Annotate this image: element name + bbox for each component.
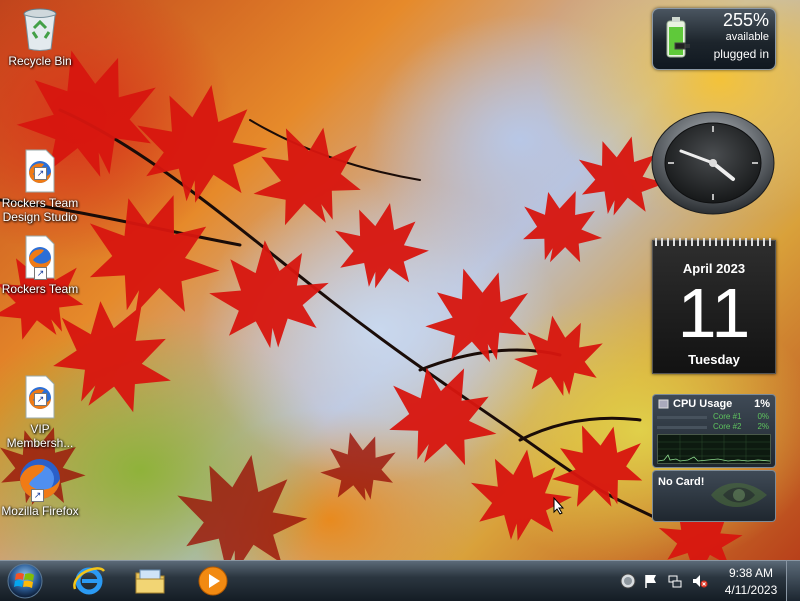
- desktop-icon-label: Recycle Bin: [8, 54, 72, 68]
- battery-percent: 255%: [722, 10, 769, 30]
- show-desktop-button[interactable]: [786, 561, 800, 601]
- firefox-icon: ↗: [17, 456, 63, 502]
- desktop-icon-label: Rockers Team Design Studio: [1, 196, 79, 224]
- start-button[interactable]: [5, 562, 45, 600]
- analog-clock-face: [651, 111, 775, 215]
- firefox-html-file-icon: ↗: [20, 134, 60, 193]
- cpu-usage-gadget[interactable]: CPU Usage 1% Core #1 0% Core #2 2%: [652, 394, 776, 468]
- calendar-rings: [655, 238, 773, 246]
- volume-muted-icon[interactable]: [692, 573, 708, 589]
- cpu-usage-title: CPU Usage: [673, 398, 733, 410]
- cpu-core-row: Core #2 2%: [657, 422, 771, 432]
- cpu-chip-icon: [658, 399, 669, 409]
- desktop-icon-rockers-team-design-studio[interactable]: ↗ Rockers Team Design Studio: [0, 120, 80, 224]
- desktop-icon-rockers-team[interactable]: ↗ Rockers Team: [0, 234, 80, 296]
- battery-plug-icon: [666, 17, 690, 58]
- cpu-core-bar: [657, 416, 707, 419]
- windows-explorer-icon[interactable]: [133, 565, 167, 597]
- taskbar-clock-time[interactable]: 9:38 AM: [722, 566, 780, 580]
- internet-explorer-icon[interactable]: [72, 565, 106, 597]
- firefox-html-file-icon: ↗: [20, 360, 60, 419]
- network-icon[interactable]: [667, 573, 683, 589]
- gpu-status-message: No Card!: [658, 476, 705, 488]
- battery-power-source: plugged in: [713, 47, 769, 61]
- clock-gadget[interactable]: [651, 111, 775, 215]
- desktop-icon-label: Mozilla Firefox: [1, 504, 79, 518]
- cpu-core-bar: [657, 426, 707, 429]
- desktop-icon-recycle-bin[interactable]: Recycle Bin: [0, 6, 80, 68]
- cpu-core-label: Core #1: [713, 412, 742, 421]
- desktop-icon-mozilla-firefox[interactable]: ↗ Mozilla Firefox: [0, 456, 80, 518]
- taskbar-clock-date[interactable]: 4/11/2023: [718, 583, 784, 597]
- cpu-core-label: Core #2: [713, 422, 742, 431]
- calendar-weekday: Tuesday: [688, 352, 740, 367]
- shortcut-arrow-icon: ↗: [34, 393, 47, 406]
- calendar-gadget[interactable]: April 2023 11 Tuesday: [652, 238, 776, 374]
- cpu-core-value: 2%: [757, 422, 769, 431]
- nvidia-eye-logo-icon: [711, 483, 767, 507]
- power-icon[interactable]: [620, 573, 636, 589]
- calendar-day: 11: [677, 274, 751, 352]
- desktop-icon-label: VIP Membersh...: [6, 422, 74, 450]
- action-center-flag-icon[interactable]: [643, 573, 659, 589]
- gpu-monitor-gadget[interactable]: No Card!: [652, 470, 776, 522]
- cpu-usage-total: 1%: [754, 398, 770, 410]
- desktop-icon-label: Rockers Team: [1, 282, 79, 296]
- cpu-core-value: 0%: [757, 412, 769, 421]
- battery-status: available: [725, 31, 769, 43]
- battery-meter-gadget[interactable]: 255% available plugged in: [652, 8, 776, 70]
- cpu-history-graph: [657, 434, 771, 464]
- taskbar[interactable]: 9:38 AM 4/11/2023: [0, 560, 800, 601]
- cpu-core-row: Core #1 0%: [657, 412, 771, 422]
- media-player-icon[interactable]: [196, 565, 230, 597]
- desktop-wallpaper[interactable]: Recycle Bin ↗ Rockers Team Design Studio…: [0, 0, 800, 560]
- shortcut-arrow-icon: ↗: [34, 267, 47, 280]
- shortcut-arrow-icon: ↗: [31, 489, 44, 502]
- recycle-bin-icon: [23, 8, 57, 51]
- mouse-cursor-icon: [553, 497, 565, 515]
- firefox-html-file-icon: ↗: [20, 234, 60, 280]
- shortcut-arrow-icon: ↗: [34, 167, 47, 180]
- desktop-icon-vip-membership[interactable]: ↗ VIP Membersh...: [0, 346, 80, 450]
